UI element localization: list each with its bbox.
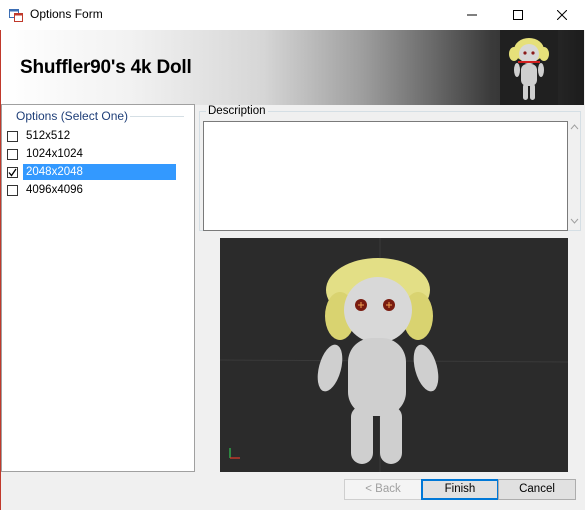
option-checkbox[interactable] [7,148,18,160]
doll-3d-preview [220,238,568,472]
finish-button[interactable]: Finish [421,479,499,500]
scroll-down-icon[interactable] [570,216,579,226]
option-label: 4096x4096 [26,184,83,196]
maximize-icon[interactable] [495,0,541,30]
option-512[interactable]: 512x512 [7,128,177,144]
cancel-button[interactable]: Cancel [498,479,576,500]
option-checkbox[interactable] [7,130,18,142]
group-divider [128,116,184,117]
description-textbox[interactable] [203,121,568,231]
option-4096[interactable]: 4096x4096 [7,182,177,198]
option-label: 512x512 [26,130,71,142]
window-title: Options Form [30,7,103,21]
doll-thumbnail [500,30,558,105]
option-label: 2048x2048 [23,164,176,180]
close-icon[interactable] [539,0,585,30]
option-label: 1024x1024 [26,148,83,160]
window-border [0,30,1,510]
minimize-icon[interactable] [449,0,495,30]
options-group-title: Options (Select One) [14,109,131,123]
banner-title: Shuffler90's 4k Doll [20,57,192,78]
description-label: Description [206,105,268,117]
option-2048[interactable]: 2048x2048 [7,164,177,180]
scroll-up-icon[interactable] [570,122,579,132]
option-checkbox-checked[interactable] [7,166,18,178]
option-checkbox[interactable] [7,184,18,196]
back-button[interactable]: < Back [344,479,422,500]
app-form-icon [9,8,23,22]
option-1024[interactable]: 1024x1024 [7,146,177,162]
checkmark-icon [8,168,17,177]
